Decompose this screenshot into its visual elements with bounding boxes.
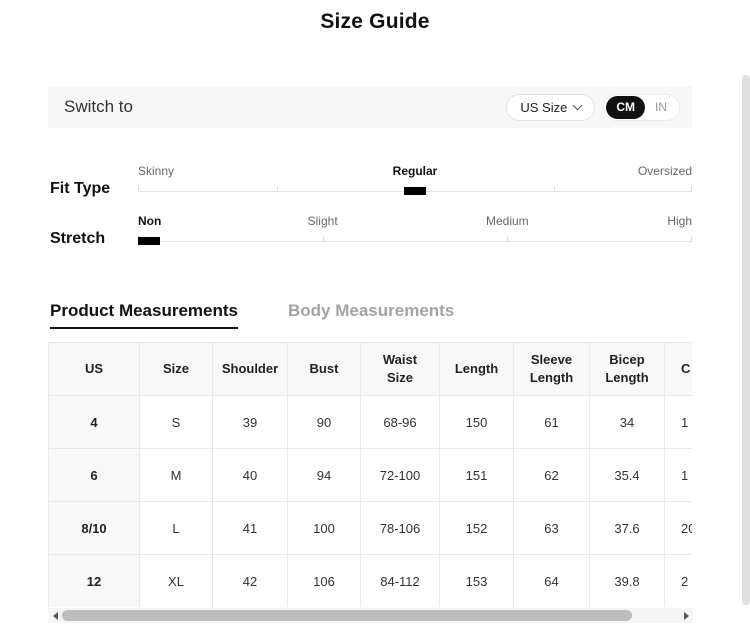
stretch-slider: Non Slight Medium High xyxy=(138,214,692,250)
cell: 40 xyxy=(213,449,288,502)
cell: 35.4 xyxy=(590,449,665,502)
size-table-scroll-area[interactable]: US Size Shoulder Bust Waist Size Length … xyxy=(48,342,692,607)
cell: 94 xyxy=(288,449,361,502)
cell: 84-112 xyxy=(361,555,440,608)
cell: 64 xyxy=(514,555,590,608)
fit-option-skinny: Skinny xyxy=(138,164,174,178)
cell: 2 xyxy=(665,555,693,608)
cell: 4 xyxy=(49,396,140,449)
cell: 12 xyxy=(49,555,140,608)
cell: 68-96 xyxy=(361,396,440,449)
col-header-size: Size xyxy=(140,343,213,396)
measurement-tabs: Product Measurements Body Measurements xyxy=(50,301,454,329)
stretch-option-medium: Medium xyxy=(486,214,529,228)
tab-body-measurements[interactable]: Body Measurements xyxy=(288,301,454,327)
cell: XL xyxy=(140,555,213,608)
cell: 63 xyxy=(514,502,590,555)
col-header-waist: Waist Size xyxy=(361,343,440,396)
cell: 8/10 xyxy=(49,502,140,555)
fit-option-regular: Regular xyxy=(393,164,438,178)
cell: 20. xyxy=(665,502,693,555)
cell: 150 xyxy=(440,396,514,449)
cell: 152 xyxy=(440,502,514,555)
cell: L xyxy=(140,502,213,555)
size-system-value: US Size xyxy=(520,100,567,115)
cell: 1 xyxy=(665,449,693,502)
cell: 106 xyxy=(288,555,361,608)
col-header-bicep: Bicep Length xyxy=(590,343,665,396)
cell: M xyxy=(140,449,213,502)
col-header-bust: Bust xyxy=(288,343,361,396)
fit-type-marker xyxy=(404,187,426,195)
cell: 72-100 xyxy=(361,449,440,502)
stretch-track xyxy=(138,241,692,242)
unit-in-button[interactable]: IN xyxy=(645,96,677,119)
tick xyxy=(507,236,508,242)
col-header-clipped: C xyxy=(665,343,693,396)
cell: S xyxy=(140,396,213,449)
tick xyxy=(138,186,139,192)
tab-product-measurements[interactable]: Product Measurements xyxy=(50,301,238,329)
col-header-sleeve: Sleeve Length xyxy=(514,343,590,396)
col-header-us: US xyxy=(49,343,140,396)
cell: 39.8 xyxy=(590,555,665,608)
unit-cm-button[interactable]: CM xyxy=(606,96,645,119)
cell: 61 xyxy=(514,396,590,449)
tick xyxy=(691,236,692,242)
tick xyxy=(554,186,555,192)
scroll-left-button[interactable] xyxy=(48,608,62,623)
scroll-left-icon xyxy=(53,612,58,620)
size-table: US Size Shoulder Bust Waist Size Length … xyxy=(48,342,692,607)
switch-controls: US Size CM IN xyxy=(506,94,680,121)
chevron-down-icon xyxy=(573,100,583,110)
fit-type-slider: Skinny Regular Oversized xyxy=(138,164,692,200)
cell: 153 xyxy=(440,555,514,608)
table-row: 12 XL 42 106 84-112 153 64 39.8 2 xyxy=(49,555,693,608)
cell: 39 xyxy=(213,396,288,449)
table-row: 4 S 39 90 68-96 150 61 34 1 xyxy=(49,396,693,449)
cell: 100 xyxy=(288,502,361,555)
horizontal-scrollbar-track[interactable] xyxy=(62,608,679,623)
col-header-length: Length xyxy=(440,343,514,396)
cell: 1 xyxy=(665,396,693,449)
fit-type-label: Fit Type xyxy=(50,180,110,198)
cell: 6 xyxy=(49,449,140,502)
cell: 42 xyxy=(213,555,288,608)
vertical-scrollbar-thumb[interactable] xyxy=(742,75,750,605)
stretch-option-high: High xyxy=(667,214,692,228)
fit-option-oversized: Oversized xyxy=(638,164,692,178)
horizontal-scrollbar xyxy=(48,608,693,623)
cell: 62 xyxy=(514,449,590,502)
tick xyxy=(323,236,324,242)
size-system-dropdown[interactable]: US Size xyxy=(506,94,595,121)
cell: 34 xyxy=(590,396,665,449)
cell: 37.6 xyxy=(590,502,665,555)
tick xyxy=(277,186,278,192)
switch-to-bar: Switch to US Size CM IN xyxy=(48,86,692,128)
scroll-right-button[interactable] xyxy=(679,608,693,623)
stretch-marker xyxy=(138,237,160,245)
col-header-shoulder: Shoulder xyxy=(213,343,288,396)
horizontal-scrollbar-thumb[interactable] xyxy=(62,610,632,621)
cell: 41 xyxy=(213,502,288,555)
cell: 78-106 xyxy=(361,502,440,555)
table-row: 6 M 40 94 72-100 151 62 35.4 1 xyxy=(49,449,693,502)
table-header-row: US Size Shoulder Bust Waist Size Length … xyxy=(49,343,693,396)
scroll-right-icon xyxy=(684,612,689,620)
unit-toggle: CM IN xyxy=(603,94,680,121)
stretch-option-non: Non xyxy=(138,214,161,228)
page-title: Size Guide xyxy=(0,10,750,34)
stretch-option-slight: Slight xyxy=(308,214,338,228)
size-guide-panel: Size Guide Switch to US Size CM IN Fit T… xyxy=(0,0,750,630)
stretch-label: Stretch xyxy=(50,230,105,248)
table-row: 8/10 L 41 100 78-106 152 63 37.6 20. xyxy=(49,502,693,555)
cell: 151 xyxy=(440,449,514,502)
cell: 90 xyxy=(288,396,361,449)
tick xyxy=(691,186,692,192)
switch-to-label: Switch to xyxy=(64,97,133,117)
